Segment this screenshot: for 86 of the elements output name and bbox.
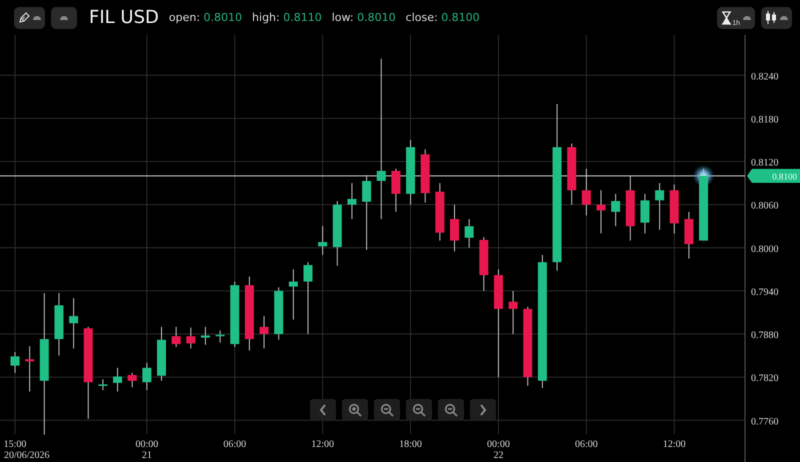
rising-candle <box>157 326 166 382</box>
pen-icon <box>18 12 30 24</box>
rising-candle <box>230 281 240 348</box>
axis-label: 0.8120 <box>751 158 778 169</box>
date-label: 21 <box>142 450 152 461</box>
axis-label: 0.8240 <box>751 71 778 82</box>
rising-candle <box>318 226 328 256</box>
candlestick-icon <box>765 11 777 24</box>
falling-candle <box>626 175 635 242</box>
zoom-out-icon <box>412 403 426 417</box>
caret-icon <box>780 15 788 20</box>
axis-label: 12:00 <box>311 439 334 450</box>
caret-icon <box>33 15 41 20</box>
chevron-right-icon <box>479 404 487 416</box>
symbol-title: FIL USD <box>89 7 159 28</box>
price-stat: close: 0.8100 <box>406 11 480 24</box>
falling-candle <box>420 148 430 203</box>
falling-candle <box>479 236 488 292</box>
falling-candle <box>186 327 196 349</box>
rising-candle <box>640 193 650 234</box>
falling-candle <box>391 168 400 212</box>
axis-label: 0.8000 <box>751 244 778 255</box>
rising-candle <box>216 330 225 344</box>
falling-candle <box>684 211 694 260</box>
dropdown-button[interactable] <box>51 6 77 28</box>
falling-candle <box>260 316 269 349</box>
price-tag-label: 0.8100 <box>772 171 797 182</box>
zoom-in-button[interactable] <box>342 399 368 421</box>
axis-label: 0.7820 <box>751 373 778 384</box>
axis-label: 0.7880 <box>751 330 778 342</box>
rising-candle <box>464 218 474 248</box>
zoom-out-icon <box>444 403 458 417</box>
falling-candle <box>128 372 137 388</box>
date-label: 22 <box>493 450 504 461</box>
rising-candle <box>69 298 78 349</box>
zoom-out-button[interactable] <box>438 399 464 421</box>
rising-candle <box>347 182 356 220</box>
falling-candle <box>435 182 444 242</box>
axis-label: 0.8180 <box>751 114 778 126</box>
price-stat: high: 0.8110 <box>252 11 322 24</box>
falling-candle <box>582 168 591 216</box>
rising-candle <box>54 292 64 356</box>
rising-candle <box>655 182 664 230</box>
price-stat: low: 0.8010 <box>332 11 396 24</box>
caret-icon <box>743 15 751 20</box>
falling-candle <box>508 290 518 335</box>
drawing-tool-button[interactable] <box>14 6 45 28</box>
chart-type-button[interactable] <box>761 6 792 28</box>
falling-candle <box>670 184 679 234</box>
rising-candle <box>611 193 620 227</box>
rising-candle <box>406 139 416 206</box>
price-stat: open: 0.8010 <box>168 11 242 24</box>
axis-label: 0.7760 <box>751 416 778 428</box>
zoom-out-button[interactable] <box>406 399 432 421</box>
rising-candle <box>332 200 342 266</box>
axis-label: 00:00 <box>135 439 158 450</box>
rising-candle <box>288 268 298 320</box>
rising-candle <box>113 367 122 392</box>
axis-label: 12:00 <box>662 439 686 450</box>
zoom-out-button[interactable] <box>374 399 400 421</box>
axis-label: 06:00 <box>574 439 598 450</box>
zoom-out-icon <box>380 403 394 417</box>
chevron-left-icon <box>319 404 327 416</box>
axis-label: 00:00 <box>487 439 510 450</box>
rising-candle <box>274 286 284 340</box>
rising-candle <box>200 326 210 346</box>
scroll-left-button[interactable] <box>310 399 336 421</box>
falling-candle <box>596 190 606 234</box>
caret-icon <box>60 15 68 20</box>
rising-candle <box>10 352 20 374</box>
axis-label: 15:00 <box>4 439 26 450</box>
rising-candle <box>142 362 152 391</box>
date-label: 20/06/2026 <box>4 450 50 461</box>
falling-candle <box>450 204 459 252</box>
rising-candle <box>98 378 108 391</box>
price-tag <box>747 168 800 183</box>
hourglass-icon <box>721 10 732 24</box>
axis-label: 18:00 <box>399 439 422 450</box>
falling-candle <box>567 143 576 206</box>
axis-label: 0.7940 <box>751 286 778 298</box>
falling-candle <box>25 346 34 392</box>
axis-label: 06:00 <box>223 439 246 450</box>
axis-label: 0.8060 <box>751 200 778 212</box>
falling-candle <box>172 326 181 348</box>
zoom-in-icon <box>348 403 362 417</box>
scroll-right-button[interactable] <box>470 399 496 421</box>
